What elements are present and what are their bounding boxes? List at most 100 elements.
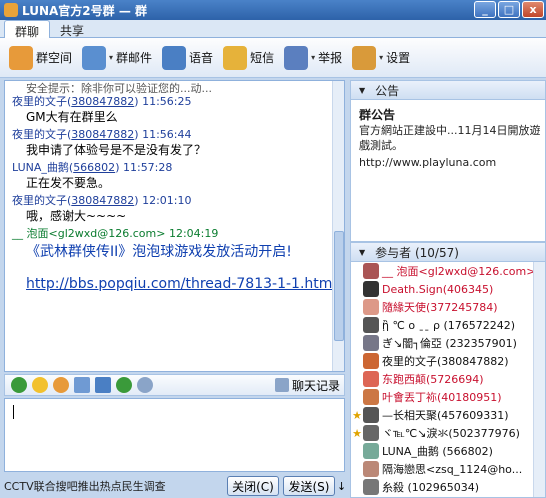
toolbar-button-3[interactable]: 短信	[220, 44, 277, 72]
send-image-icon[interactable]	[74, 377, 90, 393]
avatar	[363, 281, 379, 297]
member-name: ヾ℡℃↘淚氺(502377976)	[382, 427, 520, 440]
avatar	[363, 371, 379, 387]
dropdown-icon[interactable]: ▾	[379, 53, 383, 62]
message-sender[interactable]: 夜里的文子(380847882) 11:56:44	[12, 128, 340, 142]
close-button[interactable]: 关闭(C)	[227, 476, 279, 496]
toolbar: 群空间 ▾ 群邮件 语音 短信 ▾ 举报 ▾ 设置	[0, 38, 546, 78]
notice-header[interactable]: ▼ 公告	[350, 80, 546, 100]
member-name: 糸殺 (102965034)	[382, 481, 480, 494]
window-title: LUNA官方2号群 — 群	[22, 3, 147, 18]
message-input[interactable]	[4, 398, 345, 472]
chat-history: 安全提示：除非你可以验证您的...动... 夜里的文子(380847882) 1…	[4, 80, 345, 372]
message-text: 《武林群侠传II》泡泡球游戏发放活动开启!	[26, 244, 292, 260]
mail-icon	[82, 45, 107, 70]
member-name: ᾒ ℃ ο ˍˍ ρ (176572242)	[382, 318, 516, 332]
message-sender[interactable]: 夜里的文子(380847882) 12:01:10	[12, 194, 340, 208]
screenshot-icon[interactable]	[95, 377, 111, 393]
member-name: 夜里的文子(380847882)	[382, 355, 509, 368]
avatar	[363, 443, 379, 459]
message-text: 我申请了体验号是不是没有发了？	[26, 143, 207, 157]
member-item[interactable]: 夜里的文子(380847882)	[351, 352, 545, 370]
member-name: —长相天聚(457609331)	[382, 409, 509, 422]
toolbar-button-1[interactable]: ▾ 群邮件	[79, 44, 155, 72]
collapse-icon[interactable]: ▼	[359, 86, 365, 95]
member-name: 隨緣天使(377245784)	[382, 301, 498, 314]
message-sender[interactable]: LUNA_曲鹅(566802) 11:57:28	[12, 161, 340, 175]
group-space-icon	[9, 45, 33, 70]
settings-icon	[352, 45, 377, 70]
notice-url[interactable]: http://www.playluna.com	[359, 155, 541, 170]
member-name: LUNA_曲鹅 (566802)	[382, 445, 493, 458]
font-icon[interactable]	[11, 377, 27, 393]
member-item[interactable]: ᾒ ℃ ο ˍˍ ρ (176572242)	[351, 316, 545, 334]
chat-scrollbar[interactable]	[332, 81, 344, 371]
emoticon-icon[interactable]	[32, 377, 48, 393]
toolbar-button-5[interactable]: ▾ 设置	[349, 44, 413, 72]
member-item[interactable]: ぎ↘闇┐倫亞 (232357901)	[351, 334, 545, 352]
member-name: Death.Sign(406345)	[382, 282, 494, 296]
chat-history-label: 聊天记录	[291, 378, 340, 393]
collapse-icon[interactable]: ▼	[359, 248, 365, 257]
close-window-button[interactable]: x	[522, 1, 544, 18]
toolbar-button-0[interactable]: 群空间	[6, 44, 75, 72]
dropdown-icon[interactable]: ▾	[109, 53, 113, 62]
notice-body: 官方網站正建設中...11月14日開放遊戲測試。	[359, 124, 541, 152]
member-name: 叶會丟丁袮(40180951)	[382, 391, 502, 404]
format-bar: 聊天记录	[4, 374, 345, 396]
members-header[interactable]: ▼ 参与者 (10/57)	[350, 242, 546, 262]
avatar	[363, 317, 379, 333]
member-item[interactable]: 糸殺 (102965034)	[351, 478, 545, 496]
message-sender[interactable]: __ 泡面<gl2wxd@126.com> 12:04:19	[12, 227, 340, 241]
chat-history-button[interactable]: 聊天记录	[274, 377, 340, 394]
send-button[interactable]: 发送(S)	[283, 476, 335, 496]
member-item[interactable]: 隨緣天使(377245784)	[351, 298, 545, 316]
title-bar: LUNA官方2号群 — 群 _ □ x	[0, 0, 546, 20]
news-ticker[interactable]: CCTV联合搜吧推出热点民生调查	[4, 478, 219, 494]
toolbar-label: 设置	[386, 51, 411, 65]
avatar	[363, 479, 379, 495]
member-item[interactable]: ★ —长相天聚(457609331)	[351, 406, 545, 424]
avatar	[363, 407, 379, 423]
member-name: __ 泡面<gl2wxd@126.com>	[382, 265, 536, 278]
chat-message: LUNA_曲鹅(566802) 11:57:28 正在发不要急。	[12, 161, 340, 191]
avatar	[363, 353, 379, 369]
admin-star-icon: ★	[352, 408, 362, 422]
members-count: 参与者 (10/57)	[375, 245, 459, 260]
chat-message: 夜里的文子(380847882) 11:56:44 我申请了体验号是不是没有发了？	[12, 128, 340, 158]
tab-bar: 群聊 共享	[0, 20, 546, 39]
tab-share[interactable]: 共享	[50, 20, 94, 38]
send-options-icon[interactable]: ↓	[337, 480, 346, 493]
member-item[interactable]: Death.Sign(406345)	[351, 280, 545, 298]
chat-message: 夜里的文子(380847882) 12:01:10 哦，感谢大~~~~	[12, 194, 340, 224]
report-icon	[284, 45, 309, 70]
member-scrollbar[interactable]	[533, 262, 545, 497]
member-item[interactable]: __ 泡面<gl2wxd@126.com>	[351, 262, 545, 280]
maximize-button[interactable]: □	[498, 1, 520, 18]
avatar	[363, 299, 379, 315]
member-item[interactable]: LUNA_曲鹅 (566802)	[351, 442, 545, 460]
app-icon	[4, 3, 18, 17]
message-sender[interactable]: 夜里的文子(380847882) 11:56:25	[12, 95, 340, 109]
notice-heading: 群公告	[359, 108, 396, 122]
right-panel: ▼ 公告 群公告 官方網站正建設中...11月14日開放遊戲測試。 http:/…	[350, 80, 546, 498]
avatar	[363, 425, 379, 441]
member-item[interactable]: 叶會丟丁袮(40180951)	[351, 388, 545, 406]
member-item[interactable]: ★ ヾ℡℃↘淚氺(502377976)	[351, 424, 545, 442]
voice-message-icon[interactable]	[137, 377, 153, 393]
music-icon[interactable]	[116, 377, 132, 393]
member-item[interactable]: 东跑西颠(5726694)	[351, 370, 545, 388]
avatar	[363, 263, 379, 279]
dropdown-icon[interactable]: ▾	[311, 53, 315, 62]
tab-group-chat[interactable]: 群聊	[4, 20, 51, 39]
toolbar-button-4[interactable]: ▾ 举报	[281, 44, 345, 72]
toolbar-button-2[interactable]: 语音	[159, 44, 216, 72]
toolbar-label: 群空间	[36, 51, 73, 65]
message-link[interactable]: http://bbs.popqiu.com/thread-7813-1-1.ht…	[26, 276, 336, 292]
message-text: 正在发不要急。	[26, 176, 111, 190]
avatar	[363, 335, 379, 351]
member-item[interactable]: 隔海戀思<zsq_1124@ho...	[351, 460, 545, 478]
minimize-button[interactable]: _	[474, 1, 496, 18]
magic-emoticon-icon[interactable]	[53, 377, 69, 393]
security-tip: 安全提示：除非你可以验证您的...动...	[26, 82, 212, 95]
